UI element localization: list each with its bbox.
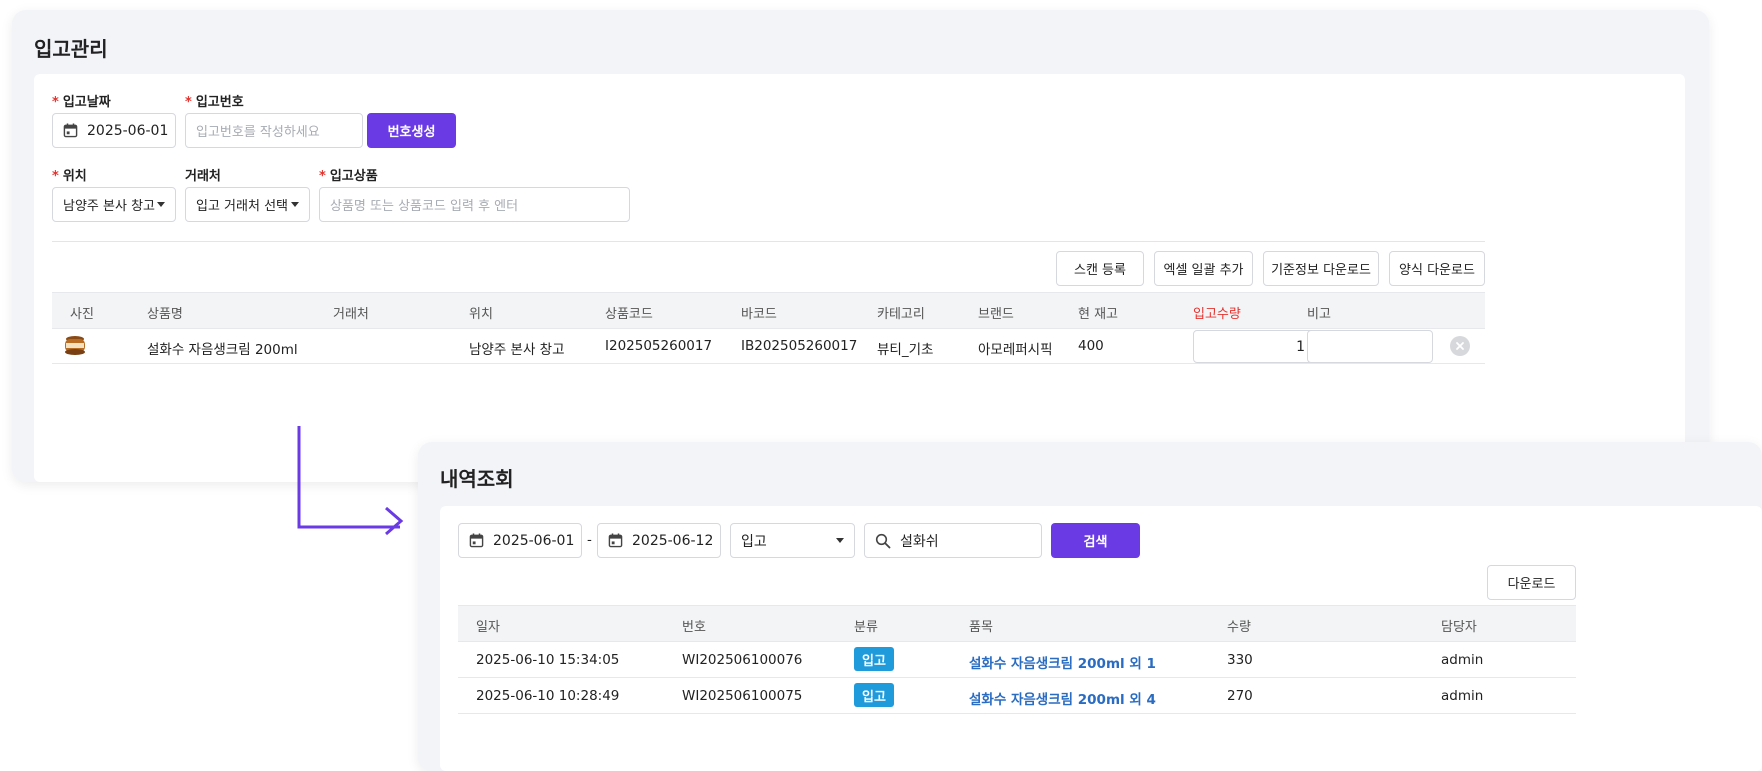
search-input[interactable]: 설화쉬 [864, 523, 1042, 558]
chevron-down-icon [836, 538, 844, 543]
receiving-panel: 입고관리 * 입고날짜 * 입고번호 2025-06-01 입고번호를 작성하세요 … [12, 10, 1709, 482]
cell-date: 2025-06-10 10:28:49 [476, 688, 620, 704]
divider [52, 241, 1485, 242]
history-table-header: 일자 번호 분류 품목 수량 담당자 [458, 605, 1576, 642]
template-download-button[interactable]: 양식 다운로드 [1389, 251, 1485, 286]
col-location: 위치 [469, 307, 493, 322]
chevron-down-icon [291, 202, 299, 207]
history-panel: 내역조회 2025-06-01 - 2025-06-12 입고 설화쉬 검색 다… [418, 442, 1762, 771]
col-brand: 브랜드 [978, 307, 1014, 322]
receiving-card: * 입고날짜 * 입고번호 2025-06-01 입고번호를 작성하세요 번호생성 … [34, 74, 1685, 482]
col-photo: 사진 [70, 307, 94, 322]
date-label: * 입고날짜 [52, 95, 111, 110]
col-stock: 현 재고 [1078, 307, 1119, 322]
cell-location: 남양주 본사 창고 [469, 342, 565, 358]
col-item: 품목 [969, 620, 993, 635]
col-category: 카테고리 [877, 307, 925, 322]
generate-number-button[interactable]: 번호생성 [367, 113, 456, 148]
calendar-icon [469, 533, 484, 548]
col-date: 일자 [476, 620, 500, 635]
number-placeholder: 입고번호를 작성하세요 [196, 125, 320, 140]
search-value: 설화쉬 [900, 533, 939, 550]
vendor-label: 거래처 [185, 169, 221, 184]
table-header: 사진 상품명 거래처 위치 상품코드 바코드 카테고리 브랜드 현 재고 입고수… [52, 292, 1485, 329]
row-divider [458, 677, 1576, 678]
note-input[interactable] [1307, 330, 1433, 363]
start-date-picker[interactable]: 2025-06-01 [458, 523, 582, 558]
calendar-icon [608, 533, 623, 548]
cell-number: WI202506100075 [682, 688, 803, 704]
cell-manager: admin [1441, 688, 1484, 704]
cell-number: WI202506100076 [682, 652, 803, 668]
number-input[interactable]: 입고번호를 작성하세요 [185, 113, 363, 148]
vendor-select[interactable]: 입고 거래처 선택 [185, 187, 310, 222]
cell-stock: 400 [1078, 338, 1104, 354]
history-card: 2025-06-01 - 2025-06-12 입고 설화쉬 검색 다운로드 일… [440, 506, 1762, 771]
col-type: 분류 [854, 620, 878, 635]
flow-arrow-icon [297, 426, 404, 536]
cell-product-code: I202505260017 [605, 338, 713, 354]
number-label: * 입고번호 [185, 95, 244, 110]
cell-barcode: IB202505260017 [741, 338, 858, 354]
master-data-download-button[interactable]: 기준정보 다운로드 [1263, 251, 1379, 286]
receive-qty-value: 1 [1296, 338, 1305, 355]
product-placeholder: 상품명 또는 상품코드 입력 후 엔터 [330, 199, 519, 214]
row-divider [52, 363, 1485, 364]
item-link[interactable]: 설화수 자음생크림 200ml 외 4 [969, 688, 1156, 708]
product-thumbnail [65, 336, 85, 355]
start-date-value: 2025-06-01 [493, 532, 575, 549]
col-manager: 담당자 [1441, 620, 1477, 635]
receive-qty-input[interactable]: 1 [1193, 330, 1318, 363]
col-qty: 수량 [1227, 620, 1251, 635]
date-range-separator: - [587, 532, 592, 548]
type-value: 입고 [741, 533, 767, 550]
chevron-down-icon [157, 202, 165, 207]
product-label: * 입고상품 [319, 169, 378, 184]
cell-product-name: 설화수 자음생크림 200ml [147, 342, 298, 358]
type-badge: 입고 [854, 683, 894, 707]
close-icon [1456, 342, 1464, 350]
cell-manager: admin [1441, 652, 1484, 668]
date-picker[interactable]: 2025-06-01 [52, 113, 176, 148]
search-button[interactable]: 검색 [1051, 523, 1140, 558]
search-icon [875, 533, 891, 548]
location-label: * 위치 [52, 169, 87, 184]
row-divider [458, 713, 1576, 714]
scan-register-button[interactable]: 스캔 등록 [1056, 251, 1144, 286]
location-value: 남양주 본사 창고 [63, 199, 155, 214]
remove-row-button[interactable] [1450, 336, 1470, 356]
cell-qty: 330 [1227, 652, 1253, 668]
col-barcode: 바코드 [741, 307, 777, 322]
cell-date: 2025-06-10 15:34:05 [476, 652, 620, 668]
col-product-code: 상품코드 [605, 307, 653, 322]
type-badge: 입고 [854, 647, 894, 671]
history-title: 내역조회 [440, 467, 514, 491]
col-product-name: 상품명 [147, 307, 183, 322]
receiving-title: 입고관리 [34, 37, 108, 61]
item-link[interactable]: 설화수 자음생크림 200ml 외 1 [969, 652, 1156, 672]
col-number: 번호 [682, 620, 706, 635]
date-value: 2025-06-01 [87, 122, 169, 139]
end-date-picker[interactable]: 2025-06-12 [597, 523, 721, 558]
vendor-value: 입고 거래처 선택 [196, 199, 288, 214]
excel-bulk-add-button[interactable]: 엑셀 일괄 추가 [1154, 251, 1253, 286]
product-search-input[interactable]: 상품명 또는 상품코드 입력 후 엔터 [319, 187, 630, 222]
col-note: 비고 [1307, 307, 1331, 322]
type-select[interactable]: 입고 [730, 523, 855, 558]
cell-category: 뷰티_기초 [877, 342, 934, 358]
end-date-value: 2025-06-12 [632, 532, 714, 549]
download-button[interactable]: 다운로드 [1487, 565, 1576, 600]
col-vendor: 거래처 [333, 307, 369, 322]
cell-brand: 아모레퍼시픽 [978, 342, 1053, 358]
col-receive-qty: 입고수량 [1193, 307, 1241, 322]
calendar-icon [63, 123, 78, 138]
cell-qty: 270 [1227, 688, 1253, 704]
location-select[interactable]: 남양주 본사 창고 [52, 187, 176, 222]
